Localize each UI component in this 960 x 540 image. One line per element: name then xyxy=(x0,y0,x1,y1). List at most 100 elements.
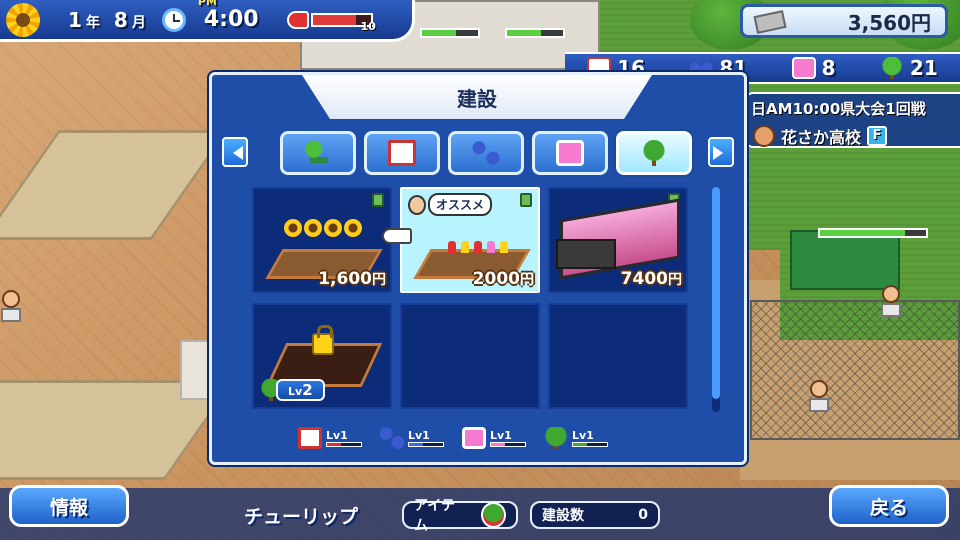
level-label: Lv1 xyxy=(490,429,512,442)
item-tulip-bed[interactable]: オススメ 2000円 xyxy=(400,187,540,293)
item-label: アイテム xyxy=(414,498,456,534)
rank-badge: F xyxy=(867,126,888,146)
item-tree-icon xyxy=(480,502,506,528)
item-price: 1,600円 xyxy=(318,269,386,289)
padlock-icon xyxy=(312,325,334,355)
stat-music: 8 xyxy=(791,56,836,80)
advisor-face-icon xyxy=(408,194,426,215)
category-levels: Lv1 Lv1 Lv1 Lv1 xyxy=(298,427,608,449)
tab-nature[interactable] xyxy=(616,131,692,175)
item-locked-plot[interactable]: Lv2 xyxy=(252,303,392,409)
book-icon xyxy=(298,427,322,449)
build-count-value: 0 xyxy=(638,507,648,523)
tab-music[interactable] xyxy=(532,131,608,175)
next-category-button[interactable] xyxy=(708,137,734,167)
bench-tree-icon xyxy=(304,140,332,166)
level-bar xyxy=(408,442,444,447)
build-count-indicator: 建設数 0 xyxy=(530,501,660,529)
item-sunflower-bed[interactable]: 1,600円 xyxy=(252,187,392,293)
small-lock-icon xyxy=(520,193,532,207)
recommend-badge: オススメ xyxy=(408,193,493,216)
item-greenhouse[interactable]: 7400円 xyxy=(548,187,688,293)
facility-progress-bar xyxy=(505,28,565,38)
music-note-icon xyxy=(462,427,486,449)
facility-progress-bar xyxy=(818,228,928,238)
facility-progress-bar xyxy=(420,28,480,38)
info-button[interactable]: 情報 xyxy=(9,485,129,527)
time: PM 4:00 xyxy=(198,0,259,32)
date: 1年 8月 xyxy=(68,8,156,32)
level-bar xyxy=(326,442,362,447)
required-level: Lv2 xyxy=(276,379,325,401)
stat-value: 8 xyxy=(821,56,836,80)
money-panel: 3,560円 xyxy=(740,4,948,38)
money-value: 3,560円 xyxy=(847,10,931,35)
level-label: Lv1 xyxy=(326,429,348,442)
next-event: 日AM10:00県大会1回戦 xyxy=(751,100,926,118)
backstop-fence xyxy=(750,300,960,440)
clock-icon xyxy=(161,7,186,32)
month-value: 8 xyxy=(113,7,128,32)
item-indicator: アイテム xyxy=(402,498,518,534)
tab-study[interactable] xyxy=(364,131,440,175)
stat-nature: 21 xyxy=(879,56,938,80)
dialog-title: 建設 xyxy=(457,86,497,111)
year-unit: 年 xyxy=(85,14,100,31)
level-bar xyxy=(490,442,526,447)
small-lock-icon xyxy=(372,193,384,207)
dugout xyxy=(790,230,900,290)
build-item-grid: 1,600円 オススメ 2000円 7400円 Lv2 xyxy=(252,187,688,409)
stamina-icon xyxy=(286,10,309,29)
ampm-label: PM xyxy=(197,0,217,8)
build-count-label: 建設数 xyxy=(542,508,584,524)
required-level-badge: Lv2 xyxy=(260,379,325,401)
greenhouse-base xyxy=(556,239,616,269)
empty-slot xyxy=(548,303,688,409)
sunflower-icon xyxy=(6,2,40,37)
pointer-hand-icon xyxy=(382,228,412,244)
music-note-icon xyxy=(791,57,816,79)
level-label: Lv1 xyxy=(572,429,594,442)
level-study: Lv1 xyxy=(298,427,362,449)
event-info-panel[interactable]: 日AM10:00県大会1回戦 花さか高校 F xyxy=(745,92,960,148)
empty-slot xyxy=(400,303,540,409)
student-character xyxy=(880,285,902,319)
tree-icon xyxy=(879,57,904,79)
level-sports: Lv1 xyxy=(380,427,444,449)
stat-value: 21 xyxy=(909,56,938,80)
scroll-thumb[interactable] xyxy=(712,187,720,399)
item-price: 7400円 xyxy=(620,269,682,289)
year-value: 1 xyxy=(68,7,82,32)
item-price: 2000円 xyxy=(472,269,534,289)
dumbbell-icon xyxy=(380,427,404,449)
build-dialog: 建設 1,600円 オススメ 2000円 7400円 Lv2 Lv1 Lv1 L… xyxy=(209,72,747,465)
time-value: 4:00 xyxy=(203,7,259,32)
back-button[interactable]: 戻る xyxy=(829,485,949,527)
level-bar xyxy=(572,442,608,447)
dialog-header: 建設 xyxy=(302,75,652,119)
student-character xyxy=(0,290,22,324)
month-unit: 月 xyxy=(131,14,146,31)
prev-category-button[interactable] xyxy=(222,137,248,167)
school-name: 花さか高校 xyxy=(781,128,862,147)
stamina-gauge: 10 xyxy=(286,6,376,33)
school-emblem-icon xyxy=(753,125,775,147)
money-icon xyxy=(753,10,787,34)
selected-item-name: チューリップ xyxy=(244,506,359,528)
student-character xyxy=(808,380,830,414)
dumbbell-icon xyxy=(472,140,500,166)
category-tabs xyxy=(280,131,692,175)
school-row: 花さか高校 F xyxy=(753,124,888,148)
tree-icon xyxy=(640,140,668,166)
tab-facilities[interactable] xyxy=(280,131,356,175)
level-label: Lv1 xyxy=(408,429,430,442)
tab-sports[interactable] xyxy=(448,131,524,175)
level-music: Lv1 xyxy=(462,427,526,449)
recommend-label: オススメ xyxy=(428,193,493,216)
level-nature: Lv1 xyxy=(544,427,608,449)
stamina-value: 10 xyxy=(360,20,376,33)
sunflowers-image xyxy=(284,219,362,237)
book-icon xyxy=(388,140,416,166)
scrollbar[interactable] xyxy=(712,187,720,412)
music-note-icon xyxy=(556,140,584,166)
